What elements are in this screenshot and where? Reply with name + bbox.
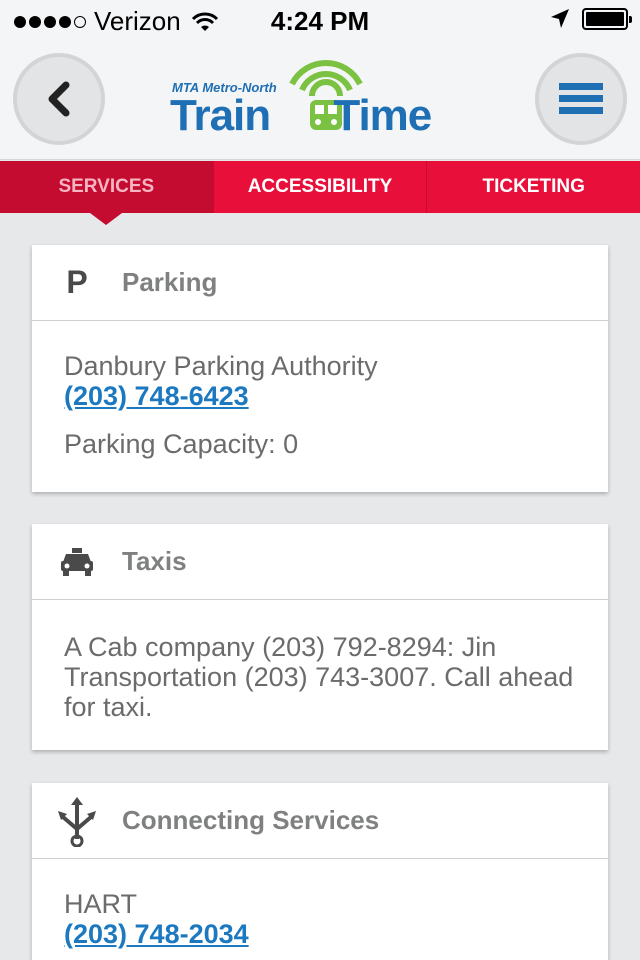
tab-accessibility[interactable]: ACCESSIBILITY <box>214 161 428 213</box>
status-bar: Verizon 4:24 PM <box>0 0 640 40</box>
connecting-card-header: Connecting Services <box>32 783 608 859</box>
parking-icon: P <box>66 264 88 300</box>
connecting-title: Connecting Services <box>122 805 380 835</box>
connecting-arrows-icon <box>58 796 96 847</box>
taxis-card-header: Taxis <box>32 524 608 600</box>
location-arrow-icon <box>551 9 569 28</box>
connecting-service-name: HART <box>64 889 138 919</box>
tab-services[interactable]: SERVICES <box>0 161 214 225</box>
connecting-services-card: Connecting Services HART (203) 748-2034 <box>32 783 608 960</box>
logo-title: Train Time <box>170 91 432 140</box>
status-time: 4:24 PM <box>270 6 370 36</box>
chevron-left-icon <box>48 81 70 117</box>
taxi-icon <box>61 547 93 576</box>
train-time-logo: MTA Metro-North Train Time <box>170 58 470 138</box>
parking-body: Danbury Parking Authority (203) 748-6423… <box>32 321 608 485</box>
connecting-phone-link[interactable]: (203) 748-2034 <box>64 919 576 949</box>
battery-icon <box>582 8 632 30</box>
tab-ticketing[interactable]: TICKETING <box>427 161 640 213</box>
back-button[interactable] <box>13 53 105 145</box>
app-header: MTA Metro-North Train Time <box>0 40 640 160</box>
parking-authority: Danbury Parking Authority <box>64 351 378 381</box>
tab-bar: SERVICES ACCESSIBILITY TICKETING <box>0 161 640 225</box>
taxis-body: A Cab company (203) 792-8294: Jin Transp… <box>64 632 574 722</box>
parking-card: P Parking Danbury Parking Authority (203… <box>32 245 608 492</box>
hamburger-menu-icon <box>559 83 603 114</box>
parking-capacity: Parking Capacity: 0 <box>64 429 299 459</box>
menu-button[interactable] <box>535 53 627 145</box>
taxis-card: Taxis A Cab company (203) 792-8294: Jin … <box>32 524 608 750</box>
connecting-body: HART (203) 748-2034 <box>32 859 608 960</box>
parking-card-header: P Parking <box>32 245 608 321</box>
parking-phone-link[interactable]: (203) 748-6423 <box>64 381 576 411</box>
parking-title: Parking <box>122 267 218 297</box>
taxis-title: Taxis <box>122 546 187 576</box>
